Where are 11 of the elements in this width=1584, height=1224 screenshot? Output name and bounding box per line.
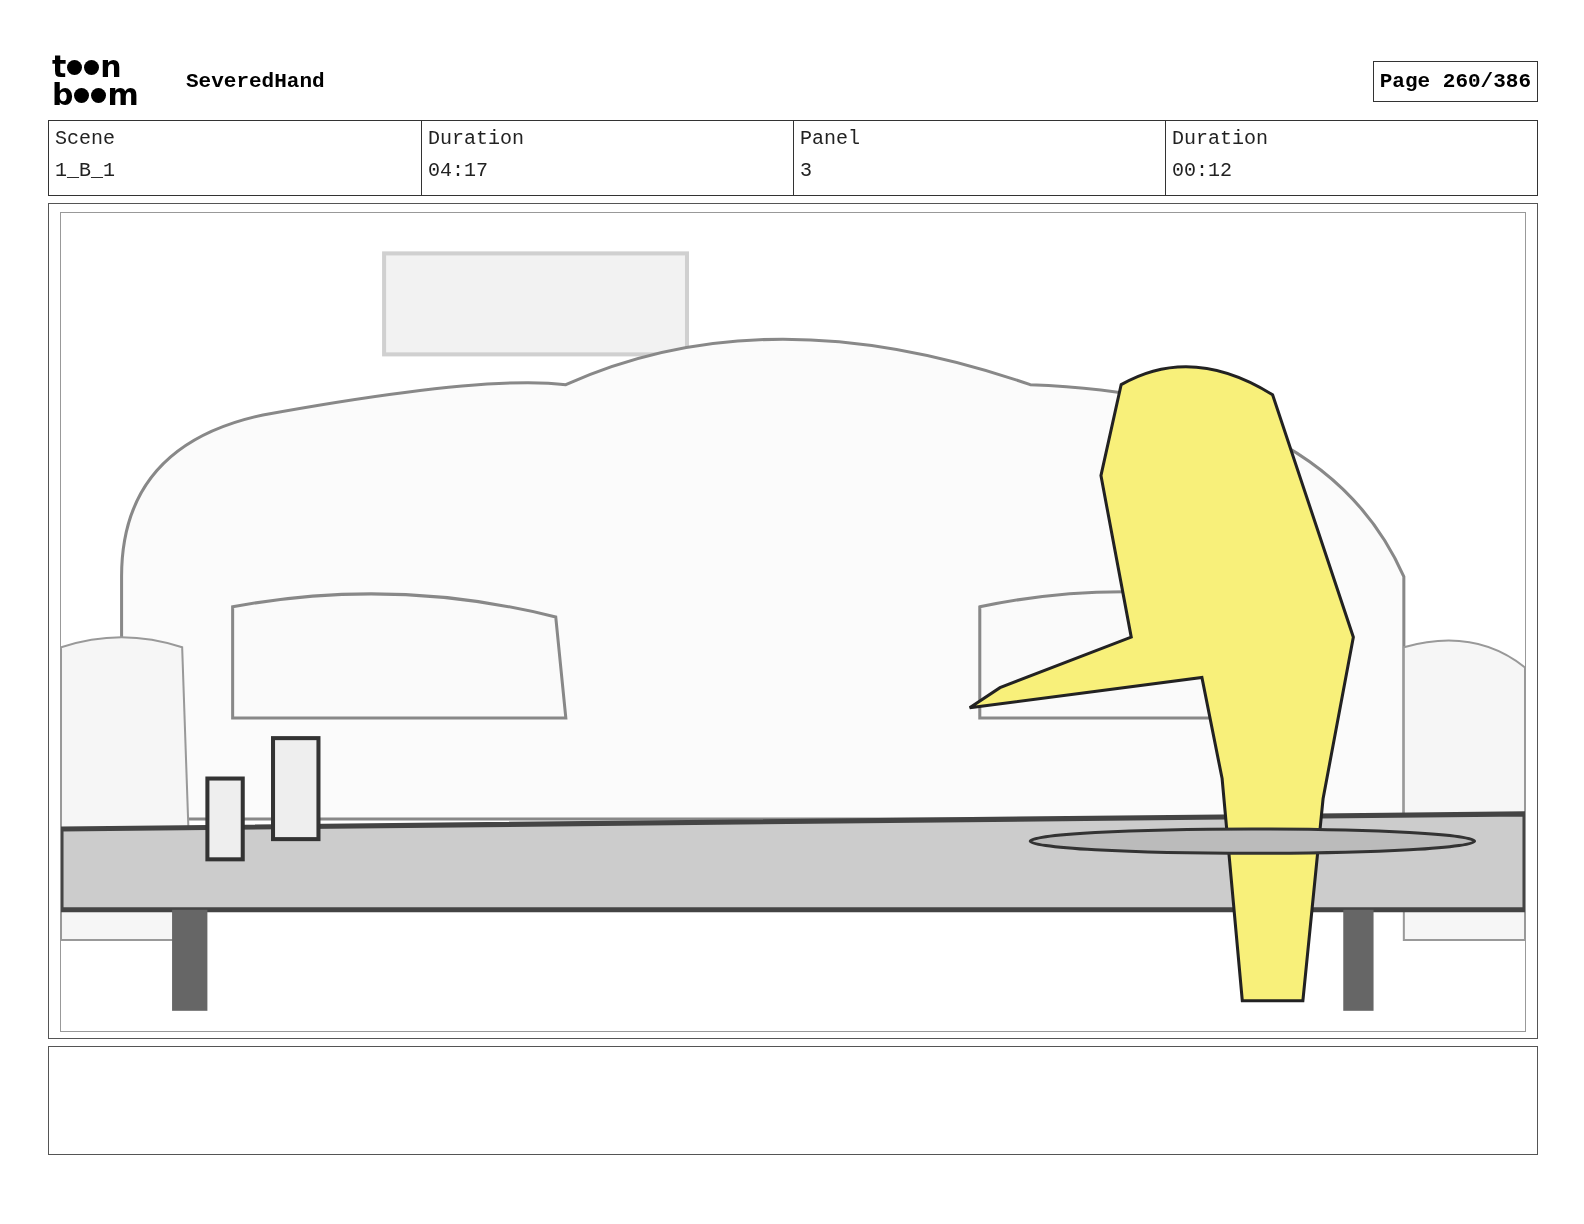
field-value: 04:17	[428, 159, 489, 182]
field-value: 3	[800, 159, 813, 182]
page-number: Page 260/386	[1372, 60, 1538, 102]
logo: t n b m	[52, 53, 140, 109]
field-label: Panel	[800, 127, 861, 152]
field-label: Duration	[428, 127, 525, 152]
field-label: Duration	[1172, 127, 1269, 152]
field-label: Scene	[55, 127, 116, 152]
field-value: 00:12	[1172, 159, 1233, 182]
field-value: 1_B_1	[55, 159, 116, 182]
project-title: SeveredHand	[186, 69, 326, 93]
